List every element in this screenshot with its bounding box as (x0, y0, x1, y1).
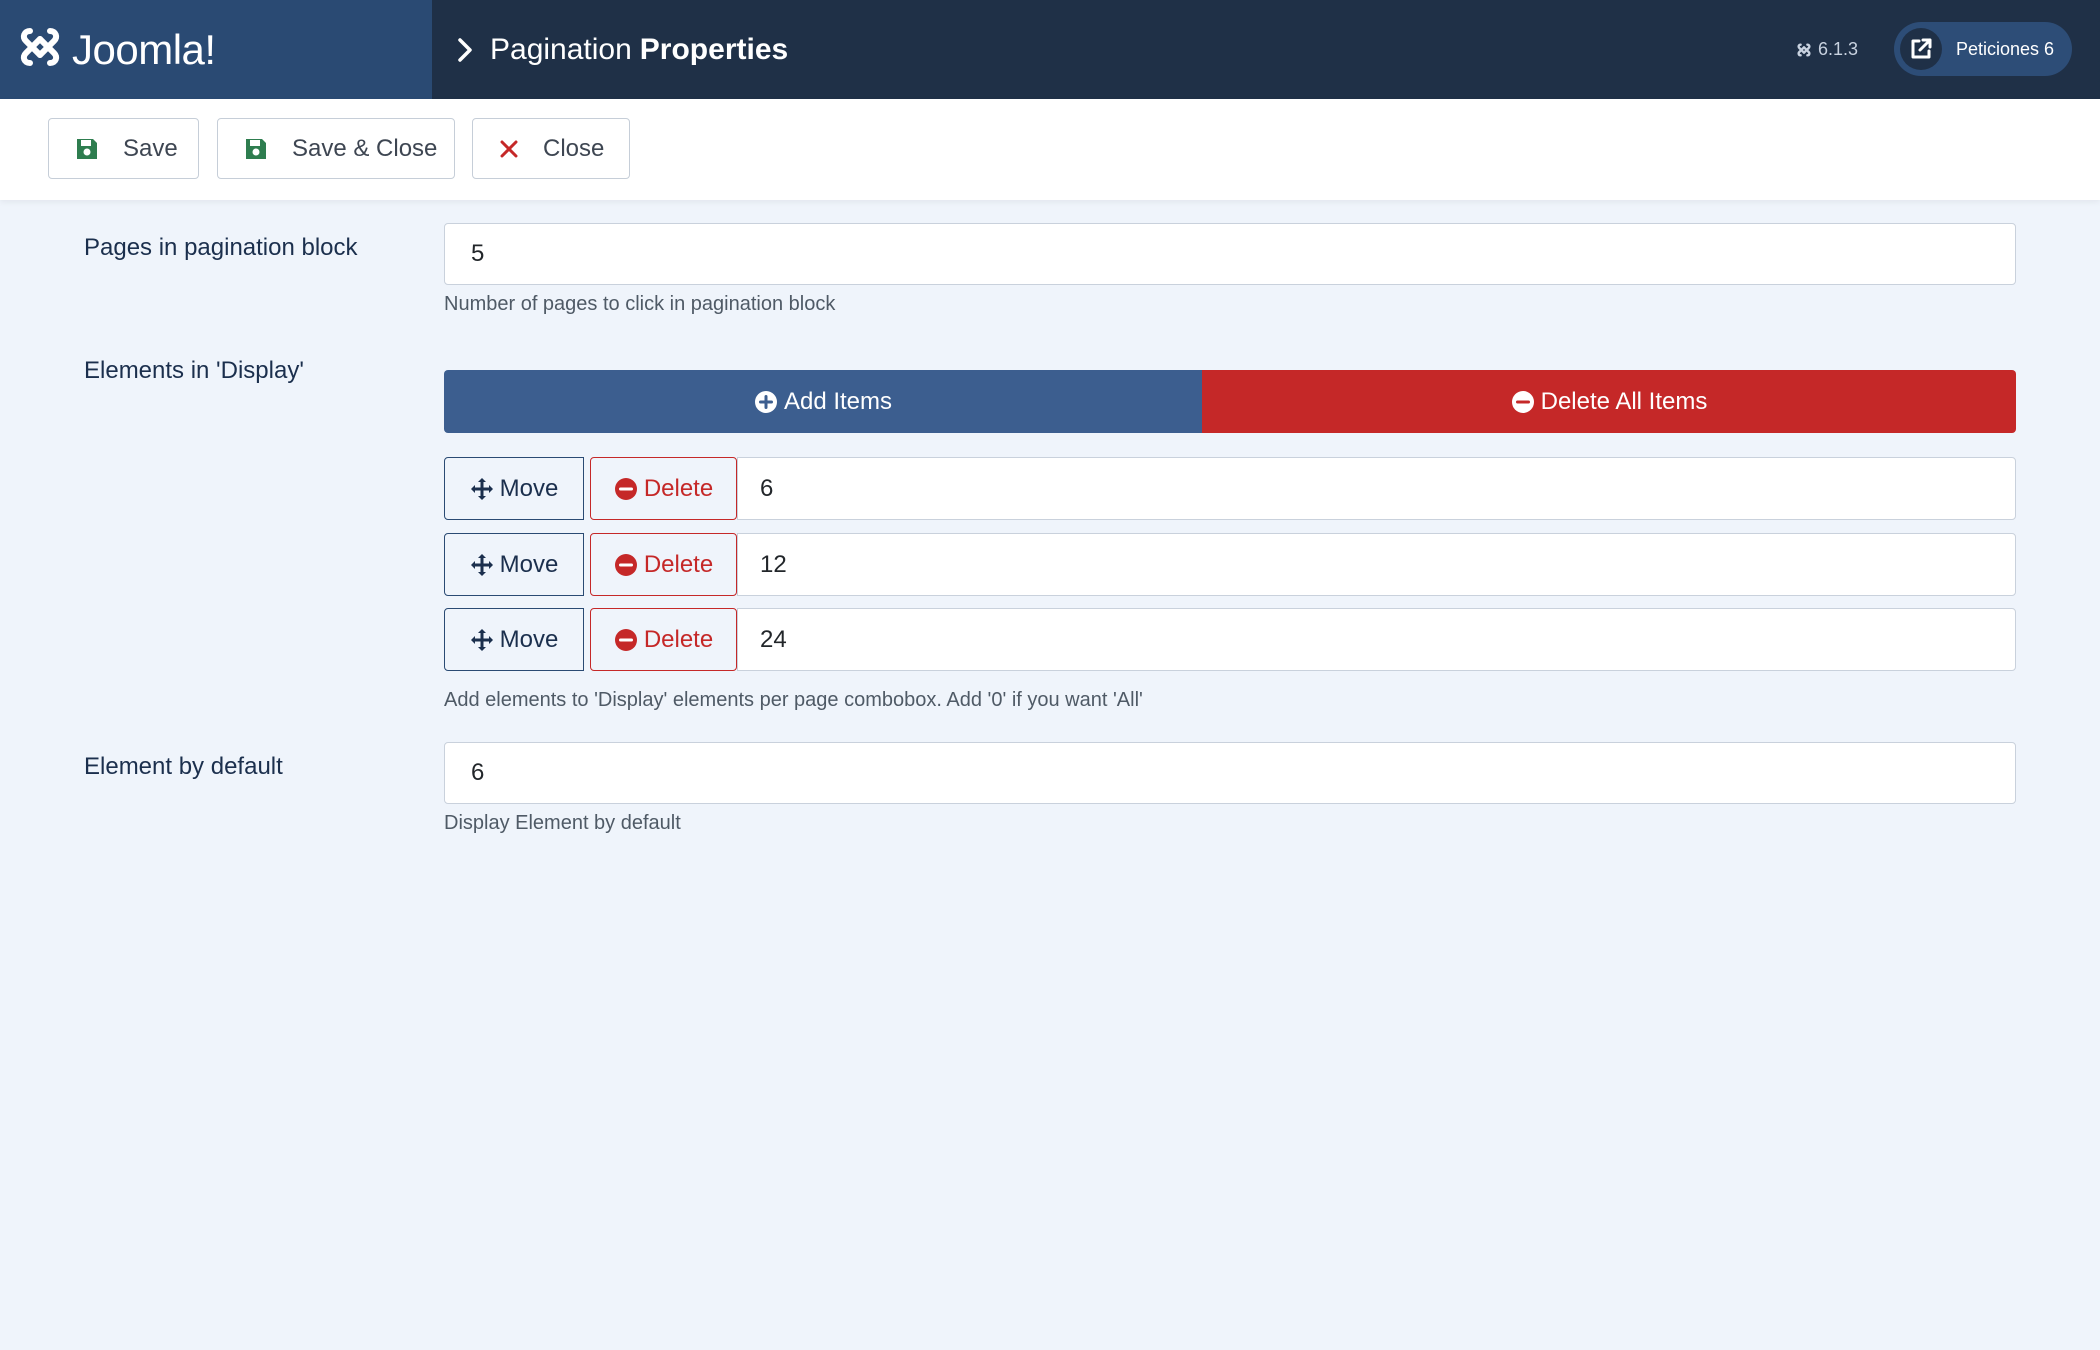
move-button[interactable]: Move (444, 608, 584, 671)
list-item: Move Delete 6 (444, 457, 2016, 520)
save-label: Save (123, 134, 178, 162)
joomla-logo-icon (16, 23, 64, 76)
delete-all-items-button[interactable]: Delete All Items (1202, 370, 2016, 433)
list-item: Move Delete 24 (444, 608, 2016, 671)
app-header: Joomla! Pagination Properties 6.1.3 Peti… (0, 0, 2100, 99)
save-close-button[interactable]: Save & Close (217, 118, 455, 179)
external-link-icon (1900, 28, 1942, 70)
default-element-input[interactable]: 6 (444, 742, 2016, 804)
delete-all-items-label: Delete All Items (1540, 387, 1708, 415)
move-button[interactable]: Move (444, 457, 584, 520)
plus-circle-icon (754, 390, 778, 414)
item-value-input[interactable]: 6 (737, 457, 2016, 520)
item-value-input[interactable]: 12 (737, 533, 2016, 596)
floppy-disk-icon (75, 137, 99, 161)
add-items-button[interactable]: Add Items (444, 370, 1202, 433)
minus-circle-icon (614, 477, 638, 501)
logo[interactable]: Joomla! (0, 0, 432, 99)
minus-circle-icon (614, 553, 638, 577)
floppy-disk-icon (244, 137, 268, 161)
page-title: Pagination Properties (456, 0, 788, 99)
peticiones-label: Peticiones 6 (1956, 38, 2055, 59)
delete-label: Delete (643, 550, 714, 578)
joomla-small-icon (1796, 42, 1812, 58)
chevron-right-icon (456, 37, 474, 63)
peticiones-button[interactable]: Peticiones 6 (1894, 22, 2072, 76)
move-arrows-icon (470, 553, 494, 577)
x-icon (499, 139, 519, 159)
version-label: 6.1.3 (1818, 39, 1859, 59)
default-element-help: Display Element by default (444, 812, 681, 834)
display-elements-help: Add elements to 'Display' elements per p… (444, 689, 1143, 711)
toolbar: Save Save & Close Close (0, 99, 2100, 200)
add-delete-bar: Add Items Delete All Items (444, 370, 2016, 433)
item-value-input[interactable]: 24 (737, 608, 2016, 671)
move-button[interactable]: Move (444, 533, 584, 596)
minus-circle-icon (614, 628, 638, 652)
delete-label: Delete (643, 625, 714, 653)
display-elements-label: Elements in 'Display' (84, 357, 304, 384)
delete-button[interactable]: Delete (590, 533, 737, 596)
move-label: Move (499, 474, 559, 502)
delete-label: Delete (643, 474, 714, 502)
pages-block-help: Number of pages to click in pagination b… (444, 293, 836, 315)
page-title-prefix: Pagination (490, 32, 632, 66)
save-close-label: Save & Close (292, 134, 438, 162)
move-arrows-icon (470, 628, 494, 652)
move-label: Move (499, 625, 559, 653)
pages-block-label: Pages in pagination block (84, 234, 358, 261)
close-button[interactable]: Close (472, 118, 630, 179)
minus-circle-icon (1511, 390, 1535, 414)
logo-text: Joomla! (72, 25, 216, 73)
page-title-bold: Properties (639, 32, 789, 66)
version-info[interactable]: 6.1.3 (1796, 0, 1858, 99)
move-label: Move (499, 550, 559, 578)
pages-block-input[interactable]: 5 (444, 223, 2016, 285)
default-element-label: Element by default (84, 753, 283, 780)
save-button[interactable]: Save (48, 118, 199, 179)
move-arrows-icon (470, 477, 494, 501)
list-item: Move Delete 12 (444, 533, 2016, 596)
delete-button[interactable]: Delete (590, 457, 737, 520)
add-items-label: Add Items (783, 387, 893, 415)
delete-button[interactable]: Delete (590, 608, 737, 671)
close-label: Close (543, 134, 605, 162)
